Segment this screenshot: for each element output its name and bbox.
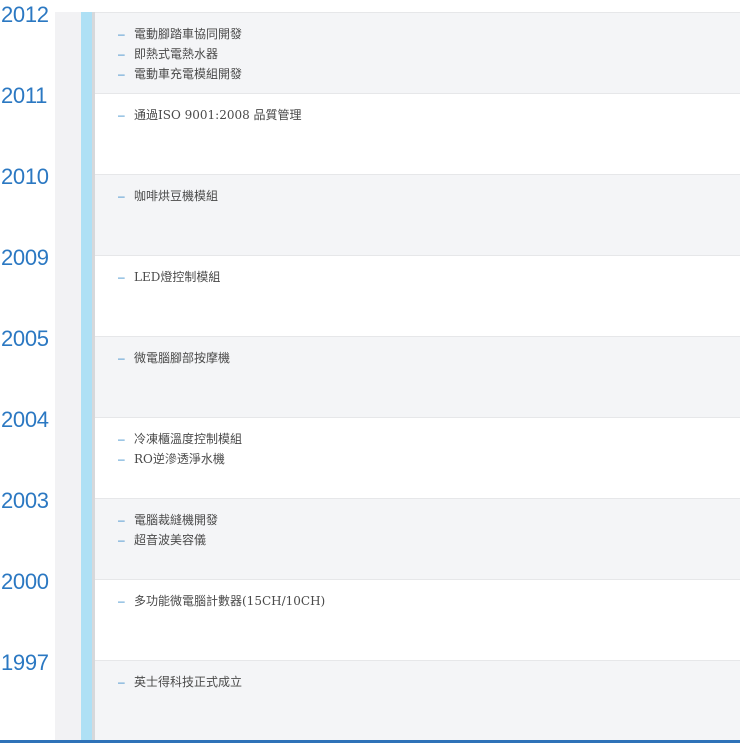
dash-bullet-icon: –	[118, 675, 125, 689]
timeline-year: 2004	[1, 407, 49, 432]
dash-bullet-icon: –	[118, 452, 125, 466]
timeline-entry: 2011 – 通過ISO 9001:2008 品質管理	[0, 83, 740, 174]
timeline-item-list: – LED燈控制模組	[118, 267, 220, 287]
timeline-entry: 2004– 冷凍櫃溫度控制模組 – RO逆滲透淨水機	[0, 407, 740, 498]
timeline-item-text: 冷凍櫃溫度控制模組	[134, 432, 243, 446]
timeline-item: – 微電腦腳部按摩機	[118, 348, 230, 368]
timeline-item-text: 電動腳踏車協同開發	[134, 27, 243, 41]
timeline-item: – 咖啡烘豆機模組	[118, 186, 218, 206]
timeline-entry: 2010 – 咖啡烘豆機模組	[0, 164, 740, 255]
timeline-item: – 通過ISO 9001:2008 品質管理	[118, 105, 302, 125]
timeline-year: 2005	[1, 326, 49, 351]
timeline-item: – 超音波美容儀	[118, 530, 218, 550]
timeline-entry: 1997 – 英士得科技正式成立	[0, 650, 740, 741]
dash-bullet-icon: –	[118, 513, 125, 527]
timeline-year: 2009	[1, 245, 49, 270]
timeline-item: – RO逆滲透淨水機	[118, 449, 242, 469]
timeline-item-text: 微電腦腳部按摩機	[134, 351, 231, 365]
timeline-item-text: 多功能微電腦計數器(15CH/10CH)	[134, 594, 326, 608]
timeline-item-list: – 多功能微電腦計數器(15CH/10CH)	[118, 591, 325, 611]
timeline-item-text: 電動車充電模組開發	[134, 67, 243, 81]
timeline-entry: 2012– 電動腳踏車協同開發 – 即熱式電熱水器 – 電動車充電模組開發	[0, 2, 740, 93]
timeline-entry: 2009 – LED燈控制模組	[0, 245, 740, 336]
timeline-item-list: – 微電腦腳部按摩機	[118, 348, 230, 368]
timeline-item-text: 通過ISO 9001:2008 品質管理	[134, 108, 302, 122]
dash-bullet-icon: –	[118, 533, 125, 547]
timeline-year: 2012	[1, 2, 49, 27]
timeline-rail	[81, 12, 92, 741]
timeline-item-list: – 電動腳踏車協同開發 – 即熱式電熱水器 – 電動車充電模組開發	[118, 24, 242, 84]
timeline-item: – 即熱式電熱水器	[118, 44, 242, 64]
timeline-item: – LED燈控制模組	[118, 267, 220, 287]
dash-bullet-icon: –	[118, 270, 125, 284]
dash-bullet-icon: –	[118, 67, 125, 81]
timeline-item: – 冷凍櫃溫度控制模組	[118, 429, 242, 449]
timeline-item: – 電動腳踏車協同開發	[118, 24, 242, 44]
timeline-item-list: – 冷凍櫃溫度控制模組 – RO逆滲透淨水機	[118, 429, 242, 469]
timeline-item-text: 咖啡烘豆機模組	[134, 189, 219, 203]
timeline-item: – 電動車充電模組開發	[118, 64, 242, 84]
timeline-item-text: LED燈控制模組	[134, 270, 221, 284]
dash-bullet-icon: –	[118, 189, 125, 203]
timeline-year: 2011	[1, 83, 48, 108]
timeline-item: – 多功能微電腦計數器(15CH/10CH)	[118, 591, 325, 611]
timeline-item-text: RO逆滲透淨水機	[134, 452, 225, 466]
dash-bullet-icon: –	[118, 47, 125, 61]
timeline-item-list: – 英士得科技正式成立	[118, 672, 242, 692]
timeline-item-list: – 咖啡烘豆機模組	[118, 186, 218, 206]
timeline-item: – 電腦裁縫機開發	[118, 510, 218, 530]
timeline-item-text: 超音波美容儀	[134, 533, 207, 547]
company-history-timeline: 2012– 電動腳踏車協同開發 – 即熱式電熱水器 – 電動車充電模組開發 2011– 通過I…	[0, 2, 740, 741]
timeline-entry: 2003– 電腦裁縫機開發 – 超音波美容儀	[0, 488, 740, 579]
timeline-item-text: 即熱式電熱水器	[134, 47, 219, 61]
timeline-year: 2000	[1, 569, 49, 594]
timeline-entry: 2000 – 多功能微電腦計數器(15CH/10CH)	[0, 569, 740, 660]
timeline-item-list: – 通過ISO 9001:2008 品質管理	[118, 105, 302, 125]
timeline-item: – 英士得科技正式成立	[118, 672, 242, 692]
dash-bullet-icon: –	[118, 432, 125, 446]
timeline-year: 2003	[1, 488, 49, 513]
dash-bullet-icon: –	[118, 108, 125, 122]
timeline-bottom-border	[0, 740, 740, 743]
timeline-item-text: 英士得科技正式成立	[134, 675, 243, 689]
timeline-item-text: 電腦裁縫機開發	[134, 513, 219, 527]
dash-bullet-icon: –	[118, 351, 125, 365]
timeline-item-list: – 電腦裁縫機開發 – 超音波美容儀	[118, 510, 218, 550]
timeline-year: 2010	[1, 164, 49, 189]
timeline-year: 1997	[1, 650, 49, 675]
timeline-entry: 2005 – 微電腦腳部按摩機	[0, 326, 740, 417]
timeline-rail-shadow	[92, 12, 95, 741]
dash-bullet-icon: –	[118, 27, 125, 41]
dash-bullet-icon: –	[118, 594, 125, 608]
